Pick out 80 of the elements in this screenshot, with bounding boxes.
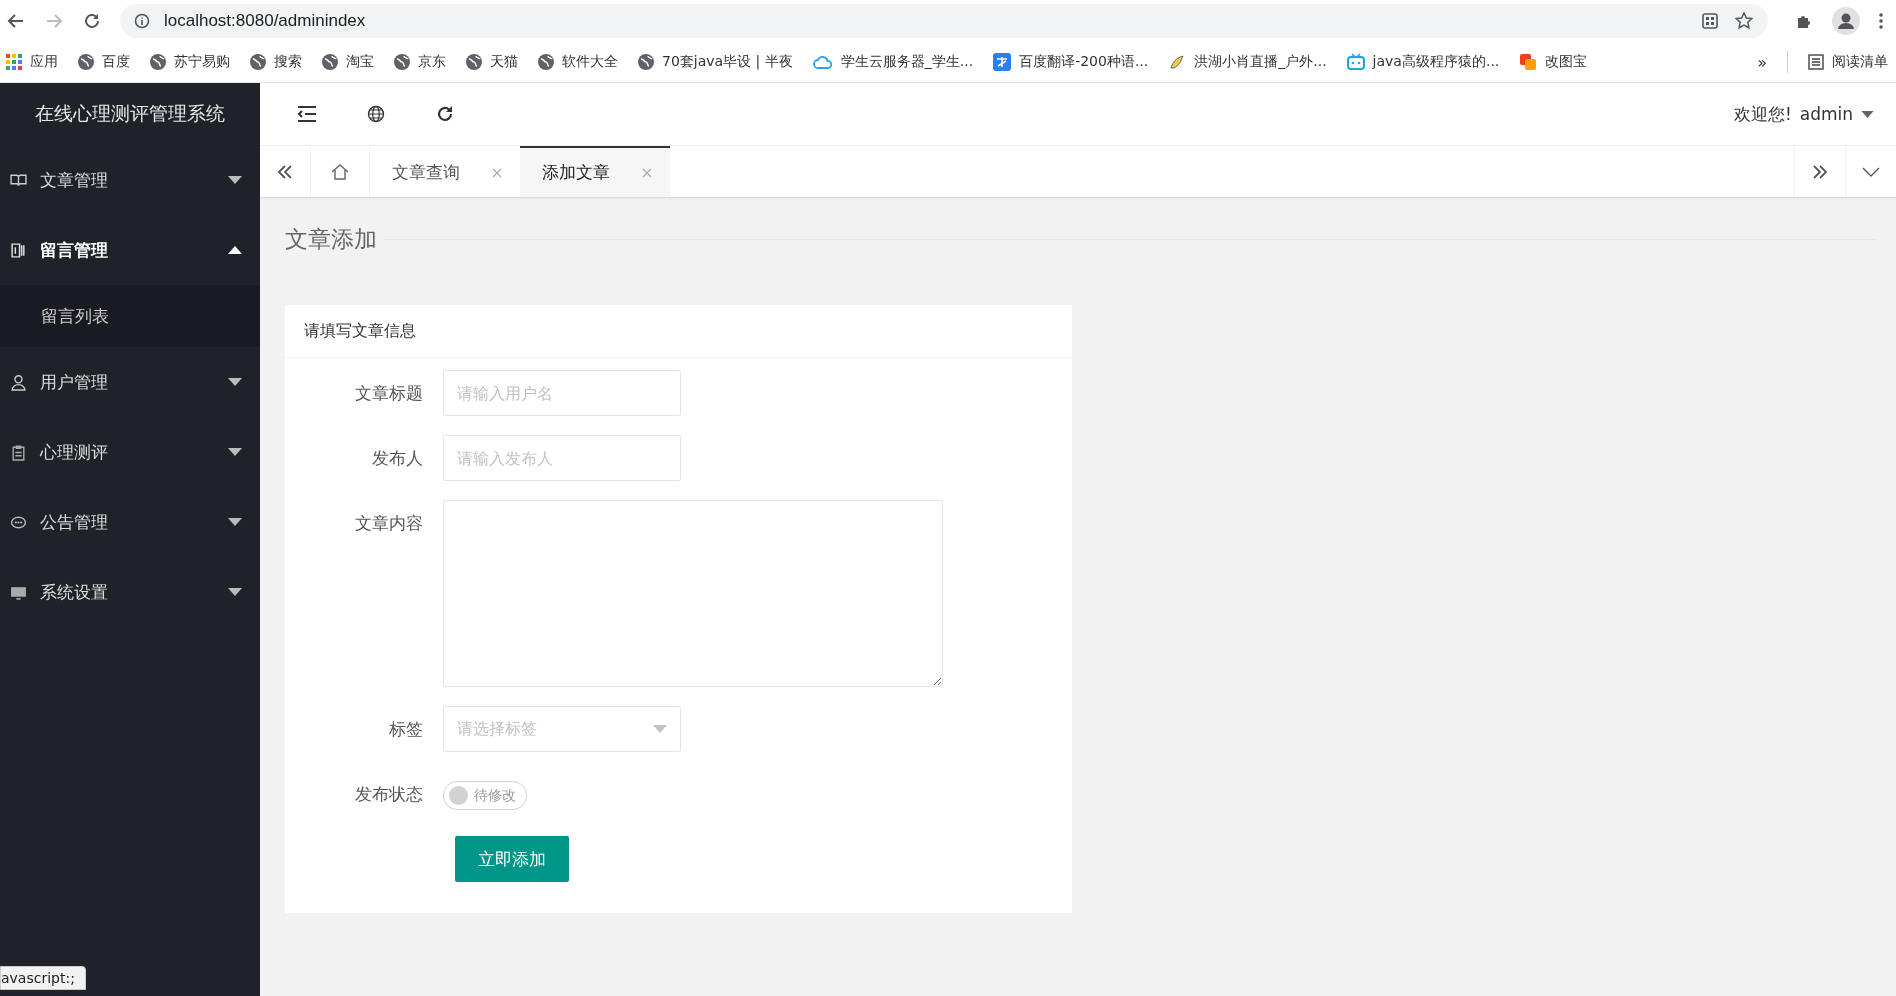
menu-item[interactable]: 心理测评: [0, 417, 260, 487]
more-bookmarks-button[interactable]: »: [1757, 52, 1767, 72]
bookmark[interactable]: 改图宝: [1519, 53, 1588, 71]
globe-icon: [538, 54, 554, 70]
menu-icon[interactable]: [1878, 11, 1884, 31]
globe-icon[interactable]: [367, 105, 385, 123]
app-title: 在线心理测评管理系统: [34, 101, 226, 126]
status-tooltip: avascript:;: [0, 966, 86, 990]
field-label: 文章内容: [354, 512, 424, 535]
board-icon: [10, 241, 27, 259]
star-icon[interactable]: [1734, 11, 1754, 31]
field-label: 发布状态: [354, 783, 424, 806]
menu-item[interactable]: 留言管理: [0, 215, 260, 285]
refresh-icon[interactable]: [435, 104, 455, 124]
clipboard-icon: [10, 443, 27, 461]
menu-item[interactable]: 用户管理: [0, 347, 260, 417]
bookmark[interactable]: 苏宁易购: [150, 53, 230, 71]
field-label: 标签: [388, 718, 424, 741]
apps-icon: [6, 54, 22, 70]
caret-icon: [1861, 110, 1874, 118]
reading-list-button[interactable]: 阅读清单: [1808, 53, 1888, 71]
menu-item[interactable]: 系统设置: [0, 557, 260, 627]
menu-item[interactable]: 公告管理: [0, 487, 260, 557]
collapse-menu-icon[interactable]: [297, 105, 317, 123]
info-icon[interactable]: [134, 13, 150, 29]
address-bar[interactable]: localhost:8080/adminindex: [120, 4, 1768, 38]
caret-icon: [228, 378, 242, 386]
menu-item[interactable]: 文章管理: [0, 145, 260, 215]
double-chevron-left-icon[interactable]: [276, 162, 294, 181]
tab[interactable]: 添加文章: [520, 146, 670, 197]
bookmark[interactable]: 京东: [394, 53, 446, 71]
caret-icon: [228, 448, 242, 456]
caret-icon: [228, 518, 242, 526]
cloud-icon: [812, 54, 833, 70]
bookmark[interactable]: 应用: [6, 53, 58, 71]
bookmark[interactable]: 70套java毕设 | 半夜: [638, 53, 793, 71]
squares-icon: [1519, 53, 1538, 71]
home-icon[interactable]: [330, 161, 350, 182]
book-icon: [10, 171, 27, 189]
double-chevron-right-icon[interactable]: [1811, 162, 1829, 181]
caret-icon: [228, 246, 242, 254]
user-icon: [10, 373, 27, 391]
bookmark[interactable]: 天猫: [466, 53, 518, 71]
globe-icon: [250, 54, 266, 70]
submit-button[interactable]: 立即添加: [455, 836, 569, 882]
globe-icon: [150, 54, 166, 70]
bookmark[interactable]: 百度翻译-200种语...: [993, 53, 1149, 71]
globe-icon: [638, 54, 654, 70]
caret-icon: [228, 176, 242, 184]
caret-icon: [228, 588, 242, 596]
user-menu[interactable]: 欢迎您! admin: [1733, 102, 1874, 126]
globe-icon: [466, 54, 482, 70]
list-icon: [1808, 54, 1824, 70]
globe-icon: [78, 54, 94, 70]
tab[interactable]: 文章查询: [370, 146, 520, 197]
bookmark[interactable]: java高级程序猿的...: [1346, 53, 1500, 71]
globe-icon: [322, 54, 338, 70]
bookmark[interactable]: 洪湖小肖直播_户外...: [1168, 53, 1327, 71]
reload-icon[interactable]: [82, 11, 102, 31]
input-field[interactable]: 请输入用户名: [443, 370, 681, 416]
tv-icon: [1346, 53, 1365, 71]
submenu-item[interactable]: 留言列表: [0, 285, 260, 347]
field-label: 发布人: [371, 447, 424, 470]
bookmark[interactable]: 淘宝: [322, 53, 374, 71]
chat-icon: [10, 513, 27, 531]
input-field[interactable]: 请输入发布人: [443, 435, 681, 481]
qr-icon[interactable]: [1700, 11, 1720, 31]
field-label: 文章标题: [354, 382, 424, 405]
url-text: localhost:8080/adminindex: [164, 11, 366, 31]
bookmark[interactable]: 百度: [78, 53, 130, 71]
bookmark[interactable]: 搜索: [250, 53, 302, 71]
translate-icon: [993, 53, 1012, 71]
caret-icon: [653, 725, 667, 733]
page-title: 文章添加: [285, 224, 377, 254]
bookmark[interactable]: 学生云服务器_学生...: [812, 53, 974, 71]
card-title: 请填写文章信息: [285, 305, 1072, 358]
avatar-icon[interactable]: [1832, 7, 1860, 35]
bookmark[interactable]: 软件大全: [538, 53, 618, 71]
globe-icon: [394, 54, 410, 70]
chevron-down-icon[interactable]: [1862, 166, 1880, 177]
